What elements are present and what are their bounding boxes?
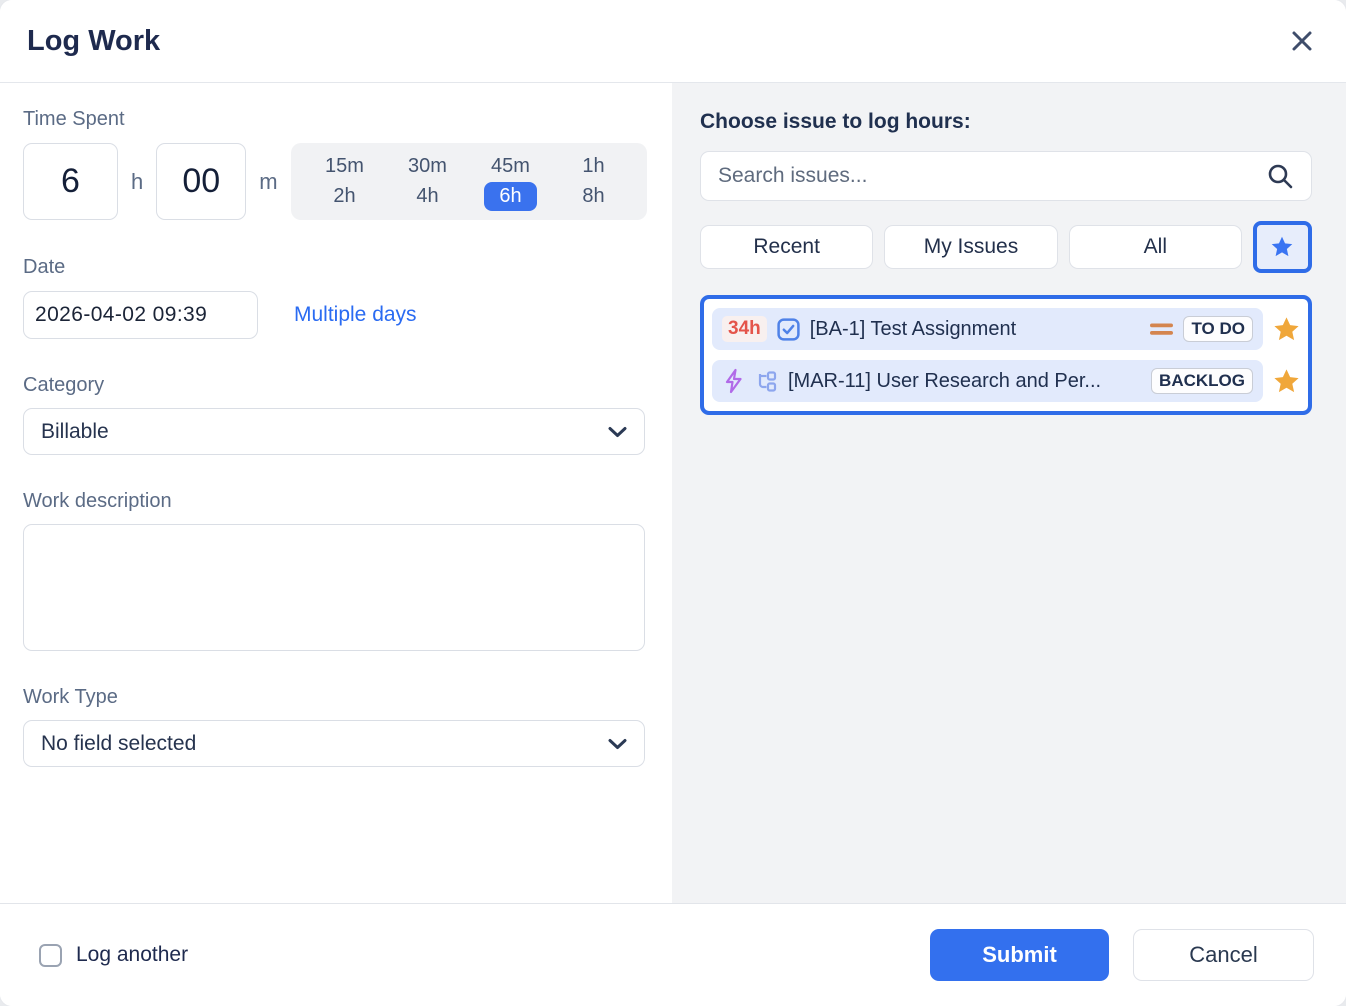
quick-time-panel: 15m 30m 45m 1h 2h 4h 6h 8h xyxy=(291,143,647,220)
search-issues-input[interactable]: Search issues... xyxy=(700,151,1312,201)
filter-all-button[interactable]: All xyxy=(1069,225,1242,269)
dialog-header: Log Work xyxy=(0,0,1346,83)
issue-line: [MAR-11] User Research and Per... BACKLO… xyxy=(712,360,1302,402)
dialog-footer: Log another Submit Cancel xyxy=(0,903,1346,1006)
close-icon xyxy=(1289,28,1315,54)
issue-title: [MAR-11] User Research and Per... xyxy=(788,370,1142,393)
issue-picker-pane: Choose issue to log hours: Search issues… xyxy=(672,83,1346,903)
work-type-value: No field selected xyxy=(41,732,196,756)
hours-input[interactable]: 6 xyxy=(23,143,118,220)
issue-title: [BA-1] Test Assignment xyxy=(810,318,1141,341)
dialog-body: Time Spent 6 h 00 m 15m 30m 45m 1h 2h 4h… xyxy=(0,83,1346,903)
minutes-unit-label: m xyxy=(259,169,277,195)
quick-time-6h-selected[interactable]: 6h xyxy=(484,182,536,211)
search-icon xyxy=(1266,162,1294,190)
date-label: Date xyxy=(23,256,647,279)
quick-time-30m[interactable]: 30m xyxy=(393,152,462,181)
log-form-pane: Time Spent 6 h 00 m 15m 30m 45m 1h 2h 4h… xyxy=(0,83,672,903)
filter-favorites-button[interactable] xyxy=(1253,221,1312,273)
issue-row-mar-11[interactable]: [MAR-11] User Research and Per... BACKLO… xyxy=(712,360,1263,402)
category-select[interactable]: Billable xyxy=(23,408,645,455)
quick-time-2h[interactable]: 2h xyxy=(318,182,370,211)
filter-my-issues-button[interactable]: My Issues xyxy=(884,225,1057,269)
quick-time-1h[interactable]: 1h xyxy=(567,152,619,181)
star-icon xyxy=(1269,234,1295,260)
category-value: Billable xyxy=(41,420,109,444)
work-description-label: Work description xyxy=(23,490,647,513)
minutes-input[interactable]: 00 xyxy=(156,143,246,220)
work-description-textarea[interactable] xyxy=(23,524,645,651)
search-placeholder: Search issues... xyxy=(718,164,1266,188)
favorite-star-icon[interactable] xyxy=(1270,367,1302,396)
filter-recent-button[interactable]: Recent xyxy=(700,225,873,269)
date-input[interactable]: 2026-04-02 09:39 xyxy=(23,291,258,339)
chevron-down-icon xyxy=(608,738,627,750)
quick-time-15m[interactable]: 15m xyxy=(310,152,379,181)
status-badge: TO DO xyxy=(1183,316,1253,342)
task-checkbox-icon xyxy=(776,317,801,342)
favorite-issues-list: 34h [BA-1] Test Assignment TO DO xyxy=(700,295,1312,415)
subtask-tree-icon xyxy=(754,369,779,393)
issue-row-ba-1[interactable]: 34h [BA-1] Test Assignment TO DO xyxy=(712,308,1263,350)
multiple-days-link[interactable]: Multiple days xyxy=(294,303,417,327)
status-badge: BACKLOG xyxy=(1151,368,1253,394)
issue-filters-row: Recent My Issues All xyxy=(700,221,1312,273)
lightning-icon xyxy=(722,368,745,394)
time-spent-label: Time Spent xyxy=(23,108,647,131)
choose-issue-heading: Choose issue to log hours: xyxy=(700,110,1312,134)
priority-medium-icon xyxy=(1149,321,1174,337)
dialog-title: Log Work xyxy=(27,25,160,58)
work-type-select[interactable]: No field selected xyxy=(23,720,645,767)
hours-unit-label: h xyxy=(131,169,143,195)
logged-time-badge: 34h xyxy=(722,316,767,342)
log-work-dialog: Log Work Time Spent 6 h 00 m 15m 30m 45m… xyxy=(0,0,1346,1006)
category-label: Category xyxy=(23,374,647,397)
quick-time-8h[interactable]: 8h xyxy=(567,182,619,211)
log-another-checkbox[interactable] xyxy=(39,944,62,967)
date-row: 2026-04-02 09:39 Multiple days xyxy=(23,291,647,339)
time-spent-row: 6 h 00 m 15m 30m 45m 1h 2h 4h 6h 8h xyxy=(23,143,647,220)
close-button[interactable] xyxy=(1285,24,1319,58)
quick-time-45m[interactable]: 45m xyxy=(476,152,545,181)
chevron-down-icon xyxy=(608,426,627,438)
submit-button[interactable]: Submit xyxy=(930,929,1109,981)
quick-time-4h[interactable]: 4h xyxy=(401,182,453,211)
log-another-label: Log another xyxy=(76,943,188,967)
issue-line: 34h [BA-1] Test Assignment TO DO xyxy=(712,308,1302,350)
work-type-label: Work Type xyxy=(23,686,647,709)
favorite-star-icon[interactable] xyxy=(1270,315,1302,344)
cancel-button[interactable]: Cancel xyxy=(1133,929,1314,981)
